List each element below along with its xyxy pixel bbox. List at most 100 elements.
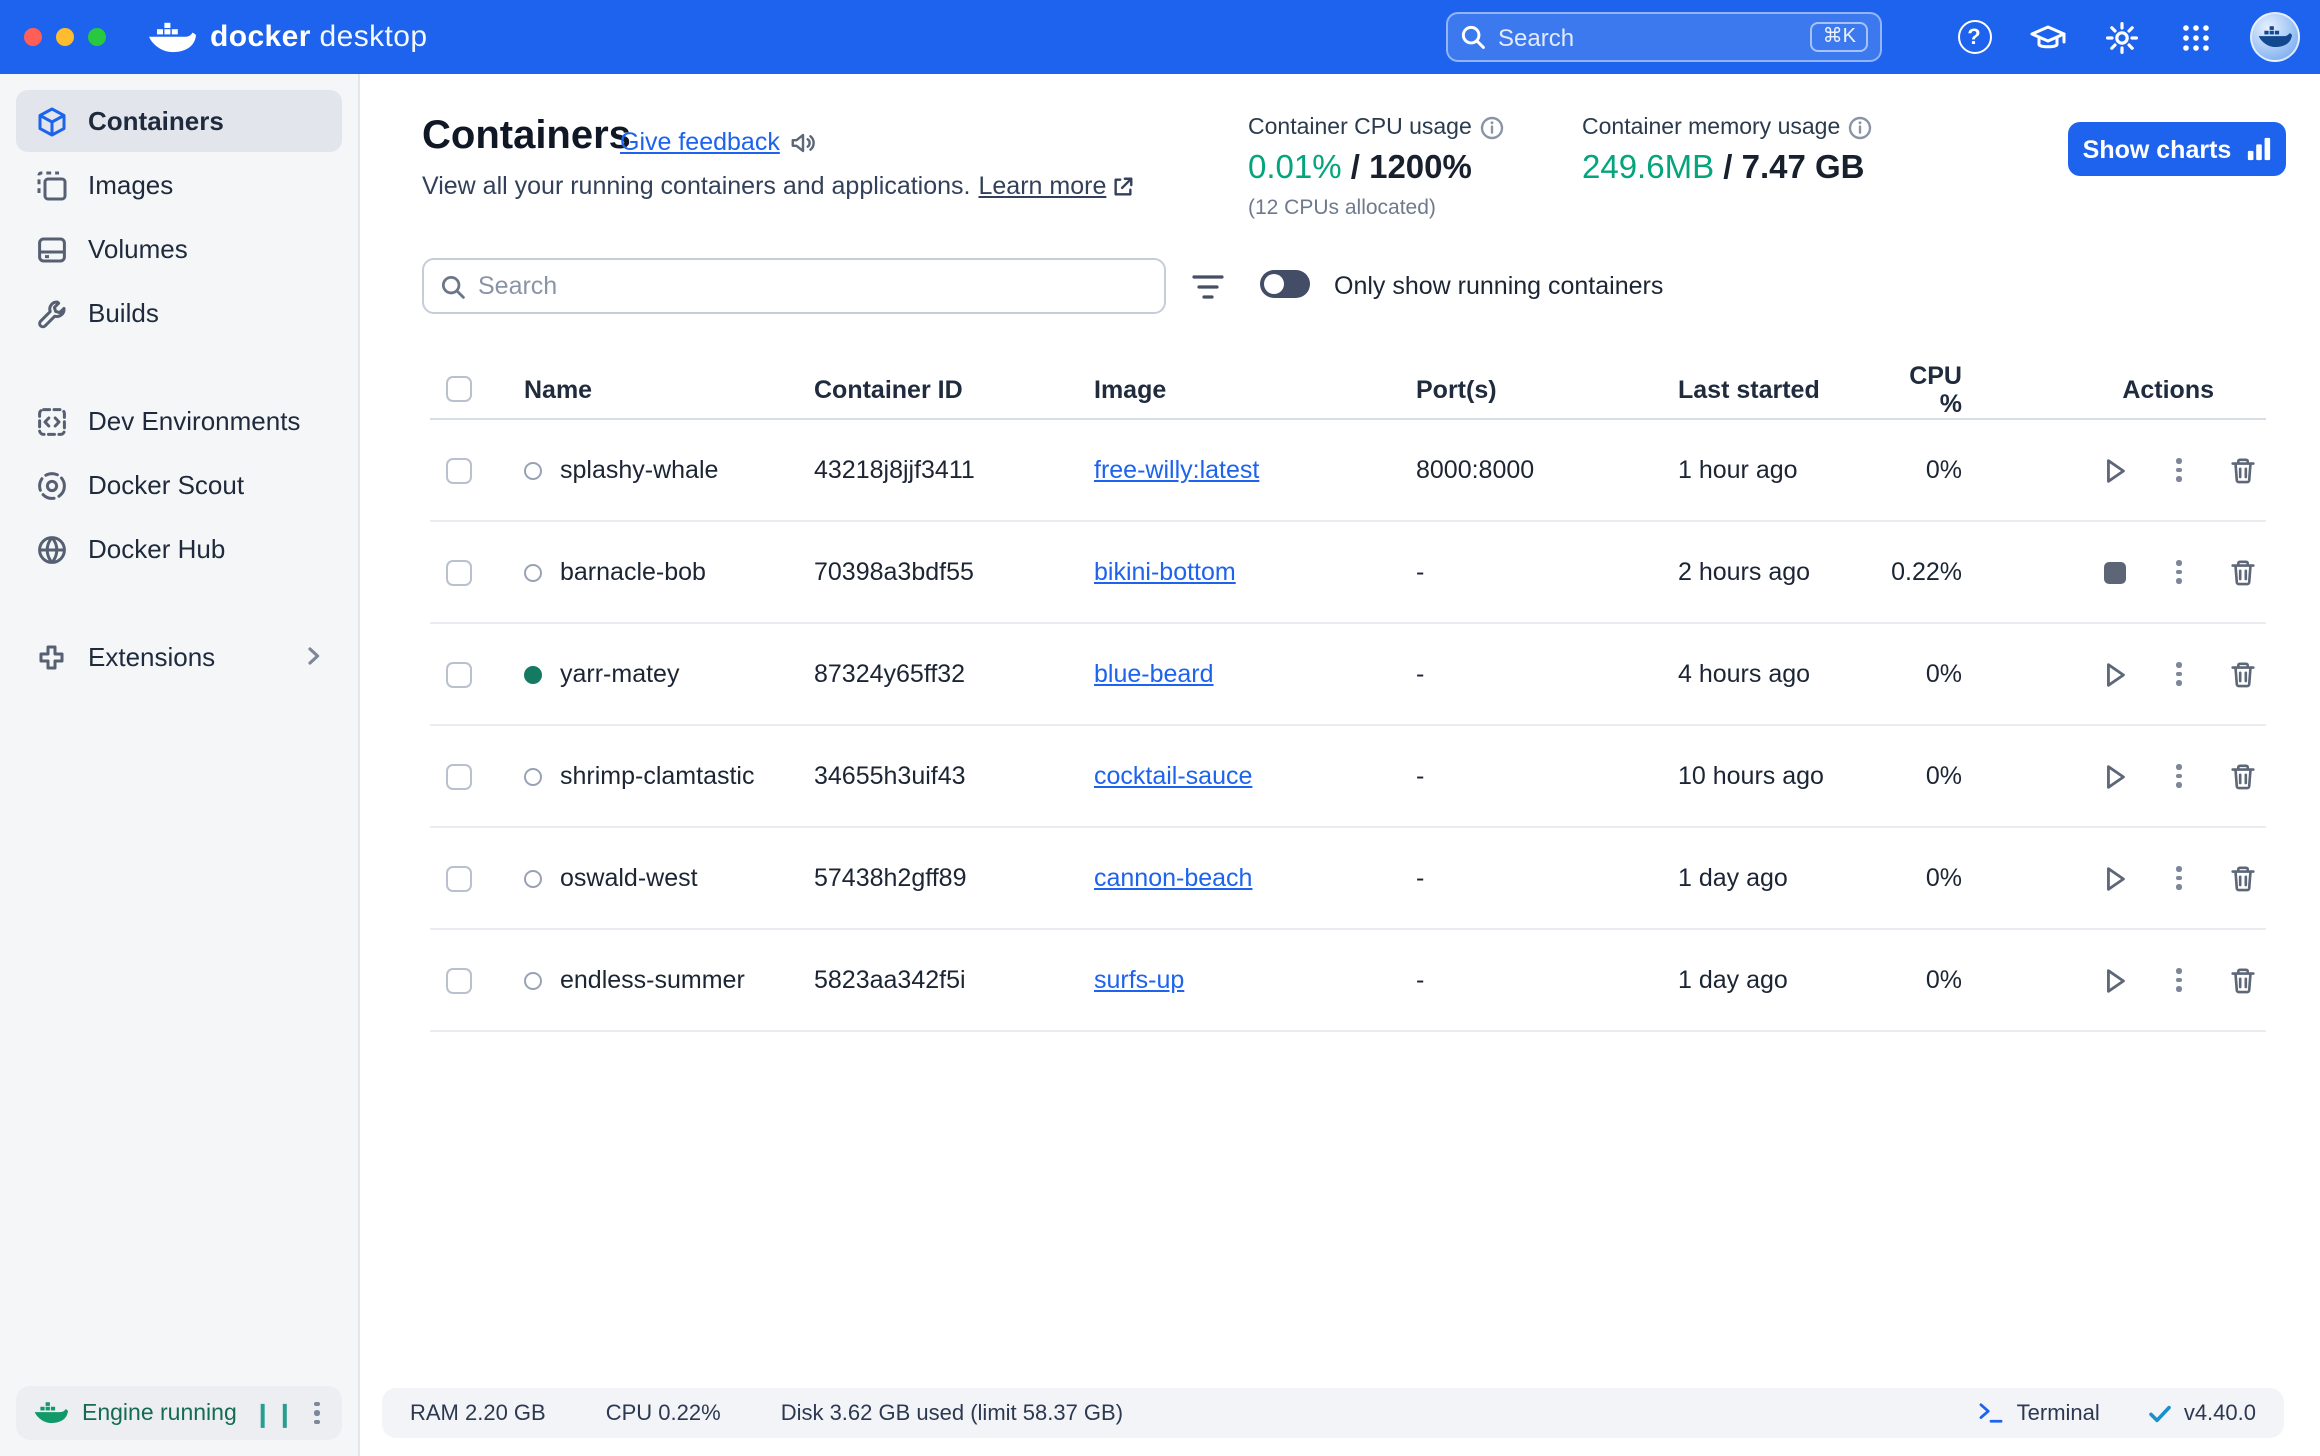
container-search-input[interactable]	[478, 272, 1148, 300]
delete-button[interactable]	[2224, 553, 2262, 591]
sidebar-item-volumes[interactable]: Volumes	[16, 218, 342, 280]
info-icon[interactable]	[1480, 116, 1504, 140]
apps-grid-button[interactable]	[2176, 17, 2216, 57]
row-checkbox[interactable]	[446, 457, 472, 483]
row-checkbox[interactable]	[446, 967, 472, 993]
container-id: 43218j8jjf3411	[814, 456, 1094, 484]
settings-button[interactable]	[2102, 17, 2142, 57]
select-all-checkbox[interactable]	[446, 376, 472, 402]
start-button[interactable]	[2096, 757, 2134, 795]
col-header-image[interactable]: Image	[1094, 375, 1416, 403]
learning-center-button[interactable]	[2028, 17, 2068, 57]
col-header-name[interactable]: Name	[494, 375, 814, 403]
images-icon	[34, 168, 68, 202]
container-ports: -	[1416, 558, 1678, 586]
search-icon	[1460, 24, 1486, 50]
row-checkbox[interactable]	[446, 763, 472, 789]
image-link[interactable]: blue-beard	[1094, 660, 1214, 688]
cpu-allocation-note: (12 CPUs allocated)	[1248, 196, 1504, 220]
row-menu-button[interactable]	[2160, 757, 2198, 795]
container-name[interactable]: endless-summer	[560, 966, 745, 994]
window-close-button[interactable]	[24, 28, 42, 46]
sidebar-item-label: Images	[88, 170, 173, 200]
image-link[interactable]: cannon-beach	[1094, 864, 1252, 892]
status-running-icon	[524, 665, 542, 683]
row-menu-button[interactable]	[2160, 451, 2198, 489]
filter-button[interactable]	[1188, 266, 1228, 306]
window-minimize-button[interactable]	[56, 28, 74, 46]
sidebar-item-label: Volumes	[88, 234, 188, 264]
sidebar-item-builds[interactable]: Builds	[16, 282, 342, 344]
running-only-toggle[interactable]	[1260, 270, 1310, 298]
terminal-button[interactable]: Terminal	[1979, 1401, 2100, 1425]
trash-icon	[2228, 761, 2258, 791]
docker-desktop-logo: docker desktop	[148, 19, 427, 55]
show-charts-label: Show charts	[2083, 135, 2232, 163]
row-menu-button[interactable]	[2160, 859, 2198, 897]
delete-button[interactable]	[2224, 859, 2262, 897]
global-search[interactable]: Search ⌘K	[1446, 12, 1882, 62]
row-checkbox[interactable]	[446, 559, 472, 585]
sidebar-item-containers[interactable]: Containers	[16, 90, 342, 152]
row-menu-button[interactable]	[2160, 961, 2198, 999]
give-feedback-link[interactable]: Give feedback	[620, 128, 816, 156]
stop-button[interactable]	[2096, 553, 2134, 591]
play-icon	[2100, 965, 2130, 995]
container-id: 34655h3uif43	[814, 762, 1094, 790]
col-header-ports[interactable]: Port(s)	[1416, 375, 1678, 403]
window-zoom-button[interactable]	[88, 28, 106, 46]
image-link[interactable]: free-willy:latest	[1094, 456, 1259, 484]
pause-engine-button[interactable]: ❙❙	[253, 1399, 297, 1427]
col-header-last-started[interactable]: Last started	[1678, 375, 1886, 403]
col-header-cpu[interactable]: CPU %	[1886, 361, 1978, 417]
version-label: v4.40.0	[2184, 1401, 2256, 1425]
table-row: endless-summer 5823aa342f5i surfs-up - 1…	[430, 930, 2266, 1032]
memory-usage-label: Container memory usage	[1582, 116, 1840, 140]
container-name[interactable]: splashy-whale	[560, 456, 718, 484]
docker-scout-icon	[34, 468, 68, 502]
container-last-started: 10 hours ago	[1678, 762, 1886, 790]
container-name[interactable]: shrimp-clamtastic	[560, 762, 755, 790]
play-icon	[2100, 455, 2130, 485]
delete-button[interactable]	[2224, 655, 2262, 693]
play-icon	[2100, 863, 2130, 893]
sidebar-item-images[interactable]: Images	[16, 154, 342, 216]
sidebar-item-dev-environments[interactable]: Dev Environments	[16, 390, 342, 452]
sidebar-item-docker-hub[interactable]: Docker Hub	[16, 518, 342, 580]
show-charts-button[interactable]: Show charts	[2068, 122, 2286, 176]
learn-more-link[interactable]: Learn more	[979, 172, 1135, 200]
image-link[interactable]: cocktail-sauce	[1094, 762, 1252, 790]
container-last-started: 1 day ago	[1678, 966, 1886, 994]
start-button[interactable]	[2096, 655, 2134, 693]
sidebar-item-docker-scout[interactable]: Docker Scout	[16, 454, 342, 516]
image-link[interactable]: bikini-bottom	[1094, 558, 1236, 586]
container-cpu: 0%	[1886, 762, 1978, 790]
engine-menu-button[interactable]	[311, 1397, 324, 1429]
info-icon[interactable]	[1848, 116, 1872, 140]
container-name[interactable]: barnacle-bob	[560, 558, 706, 586]
container-ports: -	[1416, 864, 1678, 892]
status-bar: RAM 2.20 GB CPU 0.22% Disk 3.62 GB used …	[382, 1388, 2284, 1438]
user-avatar[interactable]	[2250, 12, 2300, 62]
start-button[interactable]	[2096, 451, 2134, 489]
status-stopped-icon	[524, 767, 542, 785]
help-button[interactable]: ?	[1954, 17, 1994, 57]
col-header-container-id[interactable]: Container ID	[814, 375, 1094, 403]
row-menu-button[interactable]	[2160, 655, 2198, 693]
row-checkbox[interactable]	[446, 661, 472, 687]
trash-icon	[2228, 557, 2258, 587]
sidebar-item-extensions[interactable]: Extensions	[16, 626, 342, 688]
main-content: Containers Give feedback View all your r…	[360, 74, 2320, 1456]
container-name[interactable]: yarr-matey	[560, 660, 679, 688]
start-button[interactable]	[2096, 859, 2134, 897]
delete-button[interactable]	[2224, 961, 2262, 999]
delete-button[interactable]	[2224, 757, 2262, 795]
engine-whale-icon	[34, 1400, 68, 1426]
row-menu-button[interactable]	[2160, 553, 2198, 591]
container-name[interactable]: oswald-west	[560, 864, 698, 892]
image-link[interactable]: surfs-up	[1094, 966, 1184, 994]
version-indicator[interactable]: v4.40.0	[2148, 1401, 2256, 1425]
delete-button[interactable]	[2224, 451, 2262, 489]
row-checkbox[interactable]	[446, 865, 472, 891]
start-button[interactable]	[2096, 961, 2134, 999]
